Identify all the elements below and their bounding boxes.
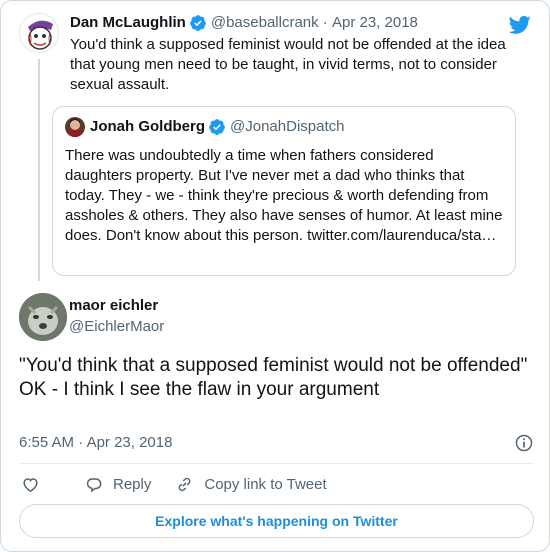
author-name[interactable]: Dan McLaughlin (70, 13, 186, 33)
author-handle[interactable]: @EichlerMaor (69, 318, 164, 335)
tweet-text: You'd think a supposed feminist would no… (70, 36, 506, 93)
reply-icon (86, 477, 102, 492)
avatar[interactable] (19, 13, 59, 53)
separator-dot: · (78, 434, 87, 451)
tweet-text-line: "You'd think that a supposed feminist wo… (19, 355, 528, 376)
author-handle: @JonahDispatch (230, 118, 345, 135)
parent-tweet-header: Dan McLaughlin @baseballcrank · Apr 23, … (70, 13, 534, 33)
link-icon (178, 477, 191, 491)
separator-dot: · (318, 14, 332, 31)
heart-icon (23, 477, 38, 492)
quoted-tweet-header: Jonah Goldberg @JonahDispatch (65, 117, 503, 137)
info-icon[interactable] (514, 433, 534, 453)
tweet-date[interactable]: Apr 23, 2018 (332, 13, 418, 33)
tweet-time: 6:55 AM (19, 434, 75, 451)
verified-badge-icon (209, 119, 225, 135)
author-name[interactable]: maor eichler (69, 297, 158, 314)
copy-link-button[interactable]: Copy link to Tweet (175, 475, 327, 494)
tweet-date: Apr 23, 2018 (86, 434, 173, 451)
quoted-tweet[interactable]: Jonah Goldberg @JonahDispatch There was … (52, 106, 516, 276)
tweet-timestamp[interactable]: 6:55 AM · Apr 23, 2018 (19, 433, 534, 453)
verified-badge-icon (189, 15, 206, 31)
main-tweet-text: "You'd think that a supposed feminist wo… (19, 354, 534, 402)
divider (19, 463, 534, 464)
avatar[interactable] (19, 293, 67, 341)
like-button[interactable] (21, 475, 50, 494)
author-name: Jonah Goldberg (90, 118, 206, 135)
reply-label: Reply (113, 475, 152, 493)
tweet-text-line: OK - I think I see the flaw in your argu… (19, 379, 380, 400)
copy-link-label: Copy link to Tweet (204, 475, 327, 493)
reply-button[interactable]: Reply (84, 475, 151, 494)
avatar (65, 117, 85, 137)
author-handle[interactable]: @baseballcrank (211, 13, 319, 33)
quoted-tweet-text: There was undoubtedly a time when father… (65, 147, 503, 244)
thread-connector-line (38, 59, 40, 281)
embedded-tweet-card: Dan McLaughlin @baseballcrank · Apr 23, … (0, 0, 550, 552)
main-tweet-header: maor eichler @EichlerMaor (19, 293, 534, 343)
explore-twitter-button[interactable]: Explore what's happening on Twitter (19, 504, 534, 538)
tweet-actions: Reply Copy link to Tweet (19, 473, 534, 495)
